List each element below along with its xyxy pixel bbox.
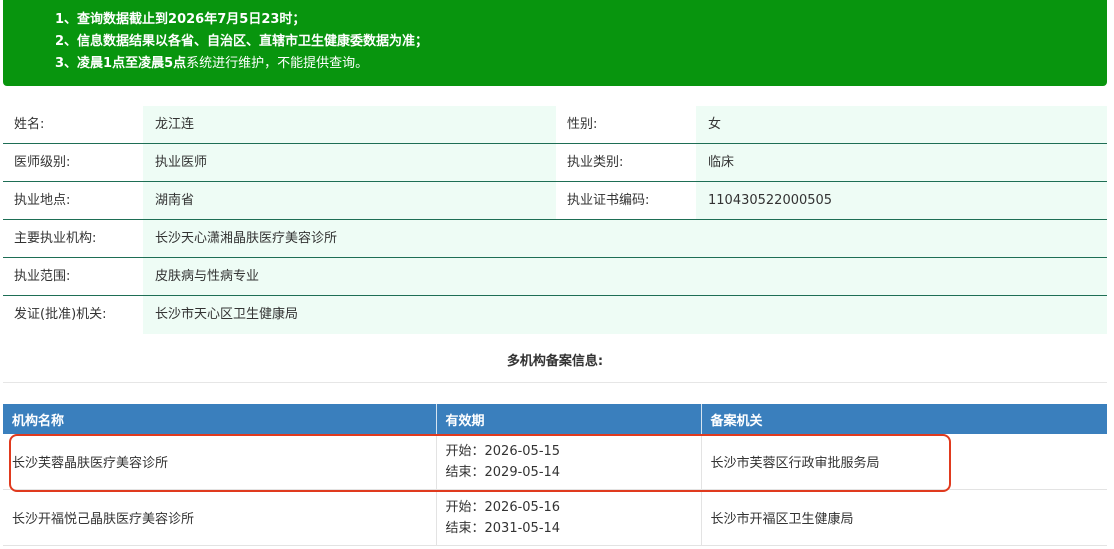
- column-header-office: 备案机关: [701, 404, 1107, 434]
- validity-period: 开始：2026-05-16 结束：2031-05-14: [436, 489, 702, 546]
- table-row: 长沙开福悦己晶肤医疗美容诊所 开始：2026-05-16 结束：2031-05-…: [3, 489, 1107, 546]
- institution-name: 长沙开福悦己晶肤医疗美容诊所: [3, 489, 437, 546]
- notice-line-3-rest: 系统进行维护，不能提供查询。: [186, 56, 369, 71]
- level-label: 医师级别:: [3, 144, 143, 181]
- validity-end: 结束：2029-05-14: [445, 464, 561, 480]
- category-label: 执业类别:: [556, 144, 696, 181]
- name-value: 龙江连: [143, 106, 556, 143]
- notice-line-1: 1、查询数据截止到2026年7月5日23时；: [55, 12, 306, 27]
- gender-label: 性别:: [556, 106, 696, 143]
- category-value: 临床: [696, 144, 1107, 181]
- info-row-scope: 执业范围: 皮肤病与性病专业: [3, 258, 1107, 296]
- info-row-level: 医师级别: 执业医师 执业类别: 临床: [3, 144, 1107, 182]
- notice-line-2: 2、信息数据结果以各省、自治区、直辖市卫生健康委数据为准；: [55, 34, 429, 49]
- gender-value: 女: [696, 106, 1107, 143]
- location-value: 湖南省: [143, 182, 556, 219]
- validity-start: 开始：2026-05-15: [445, 443, 561, 459]
- info-row-name: 姓名: 龙江连 性别: 女: [3, 106, 1107, 144]
- info-row-location: 执业地点: 湖南省 执业证书编码: 110430522000505: [3, 182, 1107, 220]
- doctor-info-table: 姓名: 龙江连 性别: 女 医师级别: 执业医师 执业类别: 临床 执业地点: …: [3, 106, 1107, 334]
- authority-label: 发证(批准)机关:: [3, 296, 143, 334]
- column-header-institution: 机构名称: [3, 404, 437, 434]
- org-value: 长沙天心潇湘晶肤医疗美容诊所: [143, 220, 1107, 257]
- multi-institution-table: 机构名称 有效期 备案机关 长沙芙蓉晶肤医疗美容诊所 开始：2026-05-15…: [3, 404, 1107, 546]
- validity-start: 开始：2026-05-16: [445, 499, 561, 515]
- scope-label: 执业范围:: [3, 258, 143, 295]
- column-header-period: 有效期: [436, 404, 702, 434]
- filing-office: 长沙市芙蓉区行政审批服务局: [701, 434, 1107, 490]
- info-row-authority: 发证(批准)机关: 长沙市天心区卫生健康局: [3, 296, 1107, 334]
- authority-value: 长沙市天心区卫生健康局: [143, 296, 1107, 334]
- notice-line-3-bold: 3、凌晨1点至凌晨5点: [55, 56, 187, 71]
- institution-name: 长沙芙蓉晶肤医疗美容诊所: [3, 434, 437, 490]
- level-value: 执业医师: [143, 144, 556, 181]
- cert-label: 执业证书编码:: [556, 182, 696, 219]
- notice-line-3: 3、凌晨1点至凌晨5点系统进行维护，不能提供查询。: [55, 53, 1107, 75]
- multi-institution-title: 多机构备案信息:: [3, 342, 1107, 383]
- notice-banner: 1、查询数据截止到2026年7月5日23时； 2、信息数据结果以各省、自治区、直…: [3, 0, 1107, 86]
- cert-value: 110430522000505: [696, 182, 1107, 219]
- info-row-org: 主要执业机构: 长沙天心潇湘晶肤医疗美容诊所: [3, 220, 1107, 258]
- validity-end: 结束：2031-05-14: [445, 520, 561, 536]
- location-label: 执业地点:: [3, 182, 143, 219]
- org-label: 主要执业机构:: [3, 220, 143, 257]
- table-header-row: 机构名称 有效期 备案机关: [3, 404, 1107, 434]
- table-row: 长沙芙蓉晶肤医疗美容诊所 开始：2026-05-15 结束：2029-05-14…: [3, 434, 1107, 490]
- name-label: 姓名:: [3, 106, 143, 143]
- filing-office: 长沙市开福区卫生健康局: [701, 489, 1107, 546]
- scope-value: 皮肤病与性病专业: [143, 258, 1107, 295]
- validity-period: 开始：2026-05-15 结束：2029-05-14: [436, 434, 702, 490]
